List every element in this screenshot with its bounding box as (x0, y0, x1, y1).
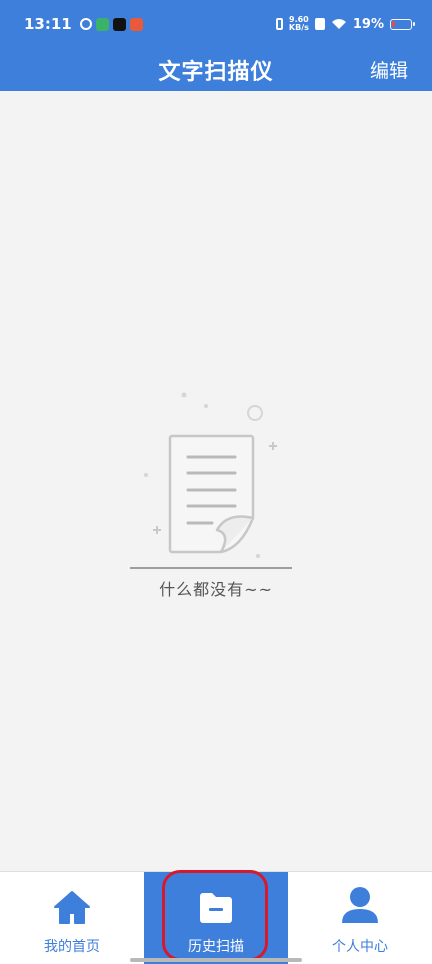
battery-icon (390, 18, 415, 30)
bottom-nav: 我的首页 历史扫描 个人中心 (0, 871, 432, 964)
status-time: 13:11 (24, 15, 72, 33)
page-title: 文字扫描仪 (158, 59, 274, 85)
network-speed: 9.60 KB/s (288, 15, 309, 32)
status-right: 9.60 KB/s 19% (275, 15, 415, 32)
status-bar: 13:11 9.60 KB/s 19% (0, 0, 432, 48)
sync-notification-icon (79, 18, 92, 30)
notification-icons (79, 17, 143, 31)
nav-item-home[interactable]: 我的首页 (0, 872, 144, 964)
edit-button[interactable]: 编辑 (370, 56, 408, 83)
document-icon (130, 392, 292, 569)
nav-label-profile: 个人中心 (332, 939, 388, 955)
nav-label-history: 历史扫描 (188, 939, 244, 955)
vibrate-icon (275, 18, 283, 30)
person-icon (340, 884, 380, 924)
nav-label-home: 我的首页 (44, 939, 100, 955)
folder-icon (196, 884, 236, 924)
home-indicator (130, 958, 302, 962)
wifi-icon (331, 19, 346, 29)
battery-percent: 19% (352, 16, 384, 32)
nav-item-history[interactable]: 历史扫描 (144, 872, 288, 964)
no-sim-icon (314, 18, 325, 30)
tiktok-notification-icon (112, 17, 126, 31)
empty-message: 什么都没有~~ (159, 580, 273, 599)
title-bar: 文字扫描仪 编辑 (0, 48, 432, 91)
home-icon (52, 884, 92, 924)
app-notification-icon (95, 17, 109, 31)
empty-state: 什么都没有~~ (0, 380, 432, 600)
app-header: 13:11 9.60 KB/s 19% 文字扫描仪 编辑 (0, 0, 432, 91)
nav-item-profile[interactable]: 个人中心 (288, 872, 432, 964)
shop-notification-icon (129, 17, 143, 31)
